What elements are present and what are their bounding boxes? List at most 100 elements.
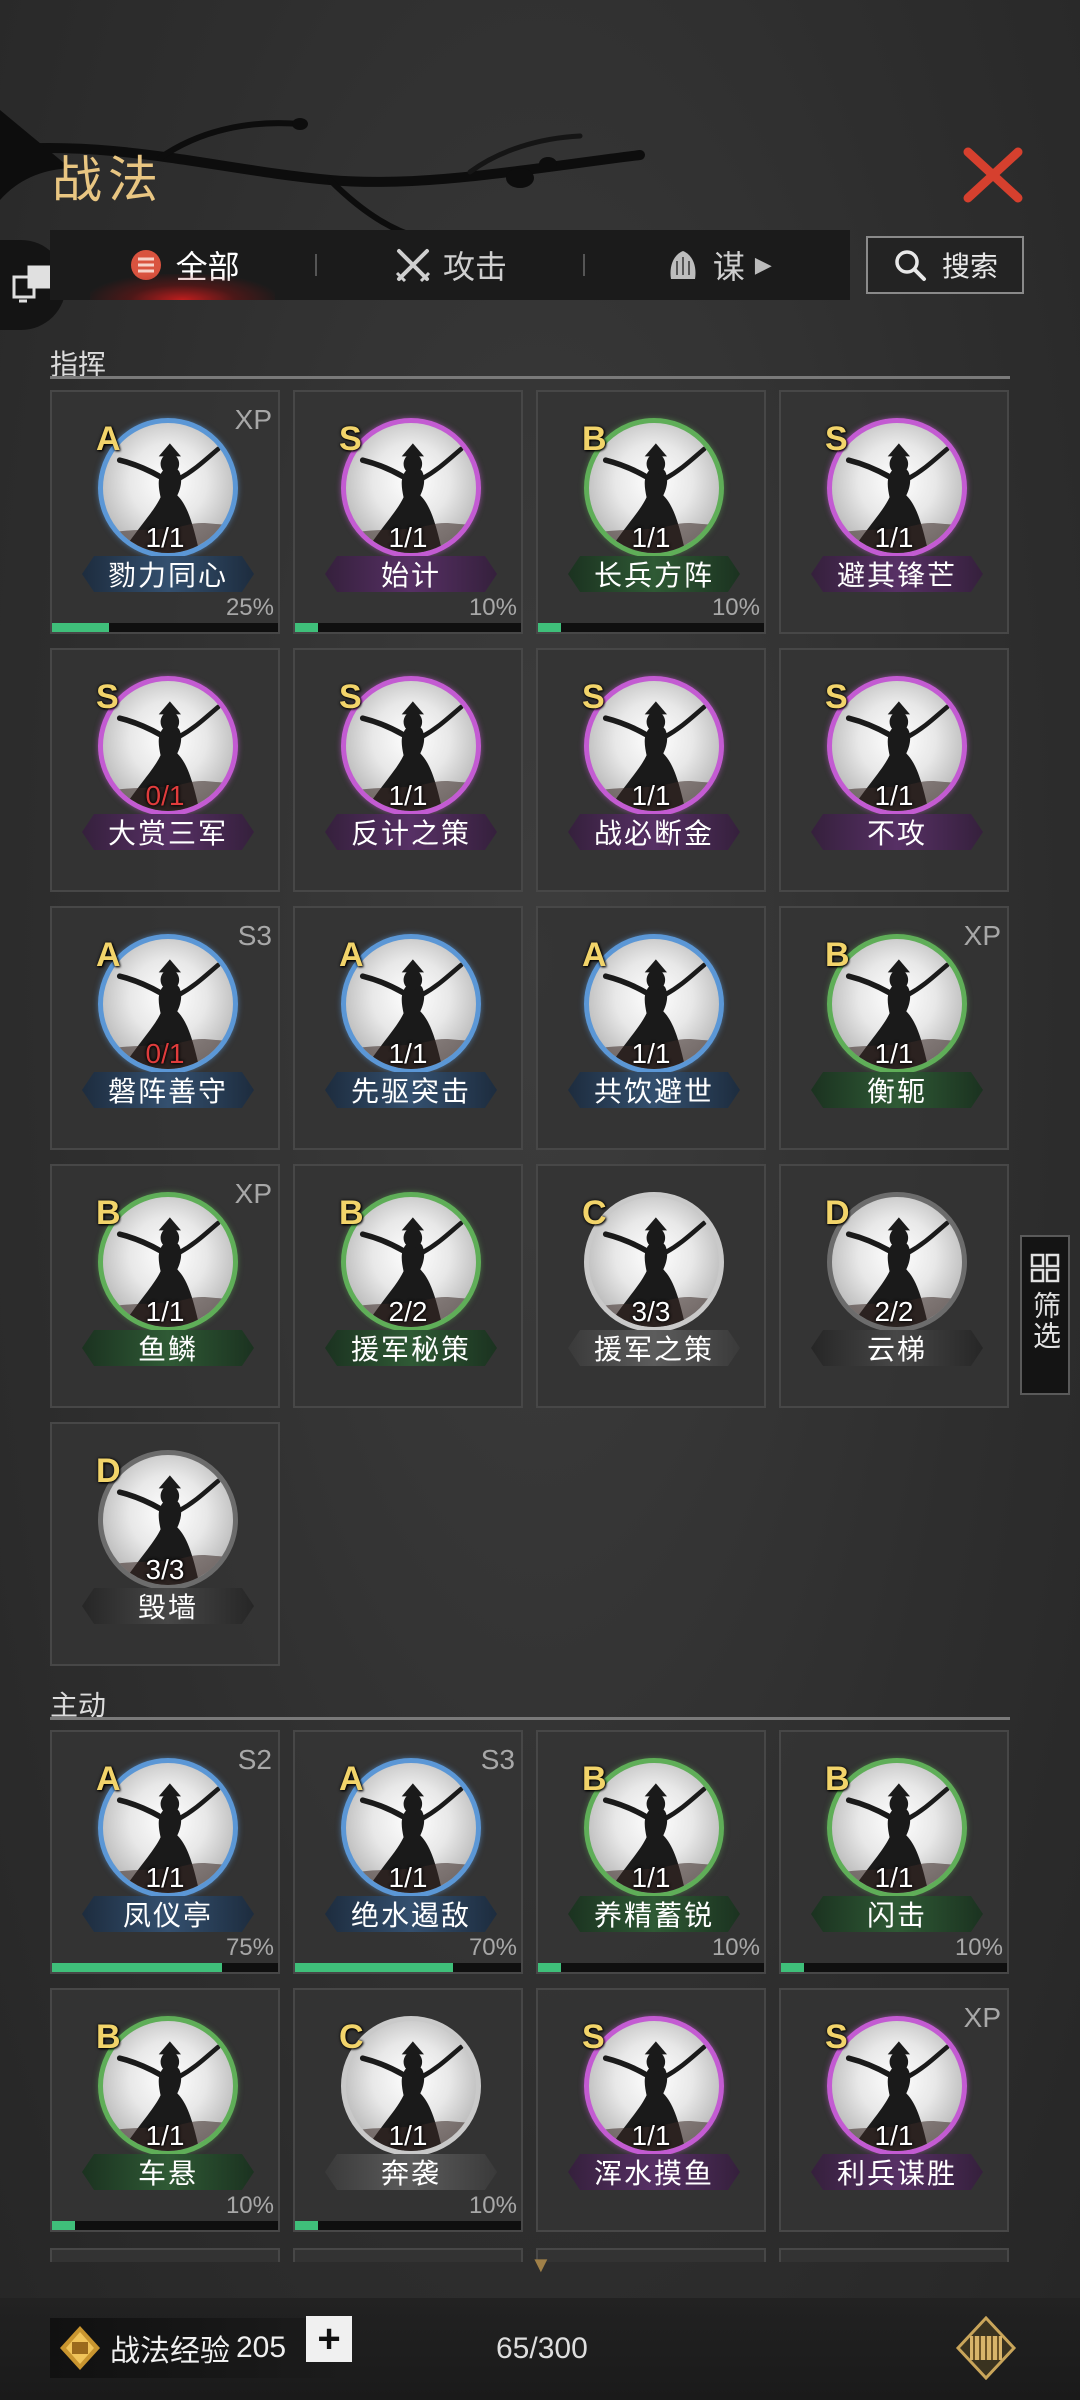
tactic-grid-active: A S2 1/1 凤仪亭 75% A S3 1/1 绝水遏敌 70% B 1/1 养精蓄锐 10% B 1/1… [50, 1730, 1009, 2232]
tactic-progress-label: 70% [468, 1934, 517, 1961]
tactic-card[interactable]: A 1/1 先驱突击 [293, 906, 523, 1150]
tactic-card[interactable]: B XP 1/1 衡轭 [779, 906, 1009, 1150]
tab-scroll-arrow-icon[interactable]: ▶ [755, 252, 772, 278]
tactic-progress-fill [52, 1963, 222, 1972]
search-button[interactable]: 搜索 [866, 236, 1024, 294]
tactic-card-partial[interactable] [779, 2248, 1009, 2262]
tactic-progress-bar [295, 1963, 521, 1972]
tactic-card[interactable]: C 3/3 援军之策 [536, 1164, 766, 1408]
tactic-count: 1/1 [145, 1296, 185, 1327]
tactic-count: 1/1 [874, 2120, 914, 2151]
tactic-name: 磐阵善守 [82, 1072, 254, 1108]
tactic-progress-label: 25% [225, 594, 274, 621]
grade-badge: B [339, 1194, 364, 1232]
tactic-count: 1/1 [145, 2120, 185, 2151]
tactic-card[interactable]: S 1/1 战必断金 [536, 648, 766, 892]
scroll-storage-icon[interactable] [954, 2316, 1018, 2380]
close-icon[interactable] [958, 140, 1028, 210]
tactic-card[interactable]: S 1/1 反计之策 [293, 648, 523, 892]
tactic-tag: XP [234, 1178, 272, 1209]
tactic-progress-label: 10% [954, 1934, 1003, 1961]
tactic-card[interactable]: S 1/1 浑水摸鱼 [536, 1988, 766, 2232]
tab-all[interactable]: 全部 [50, 230, 315, 300]
tactic-card[interactable]: B 1/1 闪击 10% [779, 1730, 1009, 1974]
tactic-card[interactable]: B XP 1/1 鱼鳞 [50, 1164, 280, 1408]
tactic-card[interactable]: D 3/3 毁墙 [50, 1422, 280, 1666]
grade-badge: B [825, 936, 850, 974]
tactic-count: 1/1 [874, 1862, 914, 1893]
tactic-count: 1/1 [874, 522, 914, 553]
tactic-name: 援军秘策 [325, 1330, 497, 1366]
tab-strategy-label: 谋 [712, 249, 745, 285]
tactic-card[interactable]: C 1/1 奔袭 10% [293, 1988, 523, 2232]
tactic-count: 3/3 [145, 1554, 185, 1585]
tactic-name: 反计之策 [325, 814, 497, 850]
tactic-name: 凤仪亭 [82, 1896, 254, 1932]
tactic-card[interactable]: A 1/1 共饮避世 [536, 906, 766, 1150]
tactic-name: 先驱突击 [325, 1072, 497, 1108]
tactic-progress-bar [781, 1963, 1007, 1972]
tactic-name: 共饮避世 [568, 1072, 740, 1108]
tactic-card[interactable]: A XP 1/1 勠力同心 25% [50, 390, 280, 634]
tactic-card[interactable]: A S3 0/1 磐阵善守 [50, 906, 280, 1150]
tactic-name: 绝水遏敌 [325, 1896, 497, 1932]
tactic-count: 1/1 [388, 780, 428, 811]
tactic-progress-fill [538, 1963, 561, 1972]
tactic-card[interactable]: S 1/1 避其锋芒 [779, 390, 1009, 634]
grade-badge: A [96, 420, 121, 458]
tactic-name: 养精蓄锐 [568, 1896, 740, 1932]
tactic-name: 始计 [325, 556, 497, 592]
add-exp-button[interactable]: + [306, 2316, 352, 2362]
tactic-card[interactable]: A S2 1/1 凤仪亭 75% [50, 1730, 280, 1974]
grade-badge: B [96, 1194, 121, 1232]
tactic-card-partial[interactable] [50, 2248, 280, 2262]
grade-badge: B [96, 2018, 121, 2056]
tactic-card[interactable]: S 0/1 大赏三军 [50, 648, 280, 892]
exp-value: 205 [236, 2331, 287, 2364]
tactic-card[interactable]: S 1/1 不攻 [779, 648, 1009, 892]
tactic-count: 1/1 [874, 1038, 914, 1069]
grade-badge: A [96, 1760, 121, 1798]
tab-strategy[interactable]: 谋 ▶ [585, 230, 850, 300]
swords-icon [395, 249, 431, 283]
tactic-card-partial[interactable] [293, 2248, 523, 2262]
tactic-count: 1/1 [631, 1862, 671, 1893]
tactic-card-partial[interactable] [536, 2248, 766, 2262]
grade-badge: A [339, 936, 364, 974]
tab-attack[interactable]: 攻击 [317, 230, 582, 300]
tactic-progress-bar [52, 1963, 278, 1972]
tactic-card[interactable]: B 2/2 援军秘策 [293, 1164, 523, 1408]
exp-label: 战法经验 [110, 2335, 230, 2368]
tactic-grid-command: A XP 1/1 勠力同心 25% S 1/1 始计 10% B 1/1 长兵方阵 10% S 1/1 避其锋… [50, 390, 1009, 1666]
grade-badge: D [825, 1194, 850, 1232]
all-icon [130, 250, 161, 280]
tactic-card[interactable]: S XP 1/1 利兵谋胜 [779, 1988, 1009, 2232]
tactic-progress-fill [52, 2221, 75, 2230]
tactic-count: 1/1 [631, 780, 671, 811]
tactic-progress-label: 10% [711, 594, 760, 621]
tactic-card[interactable]: A S3 1/1 绝水遏敌 70% [293, 1730, 523, 1974]
tactic-progress-label: 10% [468, 594, 517, 621]
grade-badge: S [96, 678, 119, 716]
grade-badge: S [825, 420, 848, 458]
tactic-tag: XP [963, 920, 1001, 951]
tactic-count: 1/1 [145, 522, 185, 553]
tactic-progress-fill [781, 1963, 804, 1972]
tactic-tag: XP [234, 404, 272, 435]
search-label: 搜索 [941, 251, 998, 282]
tactic-card[interactable]: B 1/1 养精蓄锐 10% [536, 1730, 766, 1974]
tactic-exp-chip: 战法经验 205 [50, 2318, 350, 2378]
tactic-name: 车悬 [82, 2154, 254, 2190]
tactic-card[interactable]: S 1/1 始计 10% [293, 390, 523, 634]
tactic-card[interactable]: B 1/1 车悬 10% [50, 1988, 280, 2232]
swap-icon [12, 265, 51, 303]
grade-badge: S [825, 678, 848, 716]
tactic-card[interactable]: B 1/1 长兵方阵 10% [536, 390, 766, 634]
filter-button[interactable]: 筛选 [1020, 1235, 1070, 1395]
grade-badge: A [582, 936, 607, 974]
tactic-name: 长兵方阵 [568, 556, 740, 592]
tactic-name: 闪击 [811, 1896, 983, 1932]
tactic-progress-bar [52, 2221, 278, 2230]
tactic-progress-label: 75% [225, 1934, 274, 1961]
tactic-card[interactable]: D 2/2 云梯 [779, 1164, 1009, 1408]
